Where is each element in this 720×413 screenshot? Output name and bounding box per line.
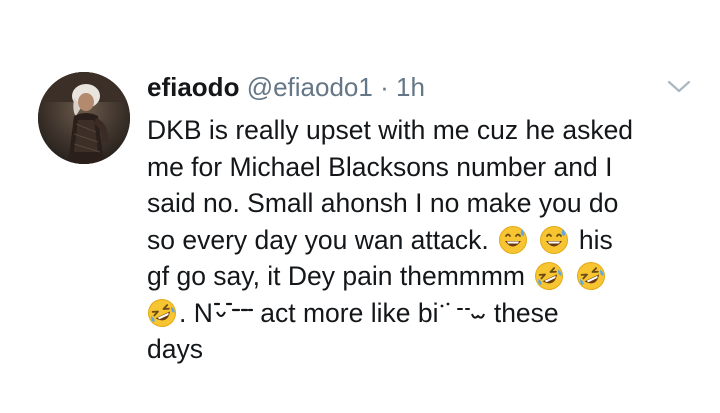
avatar[interactable] [38, 72, 130, 164]
grinning-face-with-sweat-icon [499, 225, 528, 254]
tweet-line: said no. Small ahonsh I no make you do [147, 188, 619, 218]
tweet-line: . N act more like bi these [147, 295, 707, 332]
chevron-down-icon[interactable] [666, 76, 692, 96]
tweet-card: efiaodo @efiaodo1 · 1h DKB is really ups… [0, 0, 720, 413]
profile-photo-icon [38, 72, 130, 164]
grinning-face-with-sweat-icon [540, 225, 569, 254]
tweet-line: days [147, 334, 203, 364]
tweet-header: efiaodo @efiaodo1 · 1h [147, 70, 425, 104]
obscured-text [213, 295, 253, 332]
rolling-on-floor-laughing-icon [535, 262, 564, 290]
tweet-line: gf go say, it Dey pain themmmm [147, 258, 707, 295]
author-name[interactable]: efiaodo [147, 72, 239, 102]
obscured-text [438, 295, 486, 332]
tweet-line: DKB is really upset with me cuz he asked [147, 115, 634, 145]
tweet-line: so every day you wan attack. his [147, 224, 613, 255]
tweet-text: DKB is really upset with me cuz he asked… [147, 112, 707, 368]
rolling-on-floor-laughing-icon [148, 298, 176, 327]
rolling-on-floor-laughing-icon [576, 262, 605, 290]
tweet-timestamp[interactable]: 1h [396, 72, 425, 102]
tweet-line: me for Michael Blacksons number and I [147, 151, 613, 182]
separator-dot: · [380, 72, 389, 102]
author-handle[interactable]: @efiaodo1 [247, 72, 373, 102]
